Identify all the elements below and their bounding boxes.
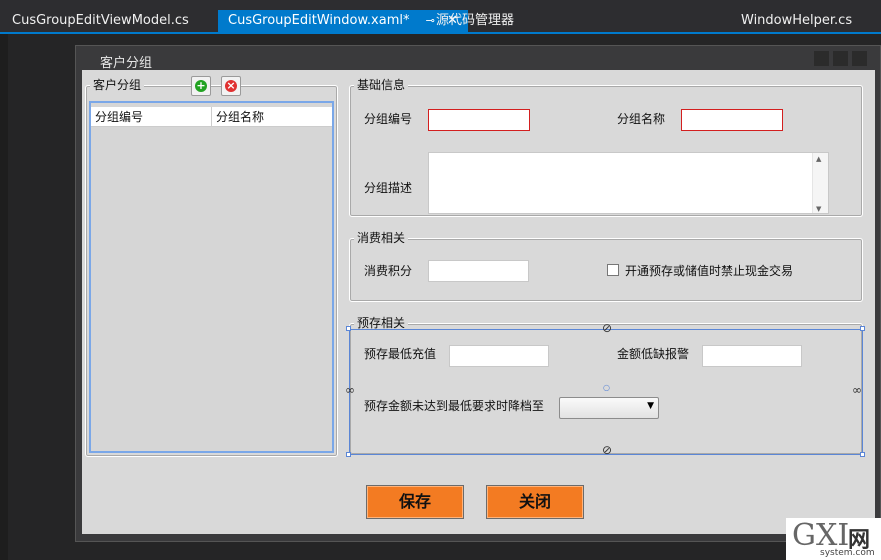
- anchor-link-icon[interactable]: ⊘: [602, 443, 612, 457]
- delete-group-button[interactable]: ×: [221, 76, 241, 96]
- anchor-link-icon[interactable]: ∞: [345, 383, 355, 397]
- maximize-button[interactable]: [833, 51, 848, 66]
- downgrade-level-select[interactable]: ▼: [559, 397, 659, 419]
- list-header: 分组编号 分组名称: [91, 107, 332, 127]
- group-no-label: 分组编号: [364, 112, 413, 126]
- tab-label: WindowHelper.cs: [741, 13, 853, 28]
- column-group-name[interactable]: 分组名称: [212, 107, 332, 127]
- desc-scrollbar[interactable]: ▲ ▼: [812, 153, 828, 213]
- anchor-link-icon[interactable]: ∞: [852, 383, 862, 397]
- ban-cash-checkbox[interactable]: [607, 264, 619, 276]
- basic-info-title: 基础信息: [354, 78, 409, 92]
- group-desc-textarea[interactable]: ▲ ▼: [428, 152, 829, 214]
- resize-handle[interactable]: [860, 326, 865, 331]
- min-recharge-input[interactable]: [449, 345, 549, 367]
- tab-label: CusGroupEditWindow.xaml*: [228, 13, 410, 28]
- prepaid-title: 预存相关: [354, 316, 409, 330]
- tab-label: 源代码管理器: [436, 13, 515, 28]
- tab-label: CusGroupEditViewModel.cs: [12, 13, 189, 28]
- resize-handle[interactable]: [346, 326, 351, 331]
- low-balance-label: 金额低缺报警: [617, 347, 690, 361]
- resize-handle[interactable]: [346, 452, 351, 457]
- ban-cash-label[interactable]: 开通预存或储值时禁止现金交易: [625, 263, 793, 279]
- site-watermark: GXI 网 system.com: [786, 518, 881, 560]
- consumption-title: 消费相关: [354, 231, 409, 245]
- min-recharge-label: 预存最低充值: [364, 347, 437, 361]
- customer-group-title: 客户分组: [90, 78, 145, 92]
- points-input[interactable]: [428, 260, 529, 282]
- plus-icon: +: [195, 79, 207, 92]
- group-no-input[interactable]: [428, 109, 530, 131]
- close-window-button[interactable]: [852, 51, 867, 66]
- tab-window-helper[interactable]: WindowHelper.cs: [731, 10, 862, 32]
- save-button[interactable]: 保存: [366, 485, 464, 519]
- downgrade-label: 预存金额未达到最低要求时降档至: [364, 399, 545, 413]
- low-balance-input[interactable]: [702, 345, 802, 367]
- points-label: 消费积分: [364, 264, 413, 278]
- group-name-label: 分组名称: [617, 112, 666, 126]
- center-handle-icon[interactable]: ○: [603, 383, 610, 392]
- anchor-link-icon[interactable]: ⊘: [602, 321, 612, 335]
- add-group-button[interactable]: +: [191, 76, 211, 96]
- column-group-no[interactable]: 分组编号: [91, 107, 212, 127]
- minimize-button[interactable]: [814, 51, 829, 66]
- group-list-view[interactable]: 分组编号 分组名称: [89, 101, 334, 453]
- tab-cusgroup-edit-viewmodel[interactable]: CusGroupEditViewModel.cs: [2, 10, 199, 32]
- scroll-up-icon[interactable]: ▲: [816, 155, 821, 163]
- delete-icon: ×: [225, 79, 237, 92]
- watermark-site: system.com: [820, 548, 875, 558]
- group-desc-label: 分组描述: [364, 181, 413, 195]
- document-tab-bar: CusGroupEditViewModel.cs CusGroupEditWin…: [0, 0, 881, 32]
- scroll-down-icon[interactable]: ▼: [816, 205, 821, 213]
- window-title: 客户分组: [100, 56, 153, 71]
- resize-handle[interactable]: [860, 452, 865, 457]
- close-button[interactable]: 关闭: [486, 485, 584, 519]
- chevron-down-icon: ▼: [647, 401, 654, 411]
- tab-source-control-explorer[interactable]: 源代码管理器: [426, 10, 524, 32]
- group-name-input[interactable]: [681, 109, 783, 131]
